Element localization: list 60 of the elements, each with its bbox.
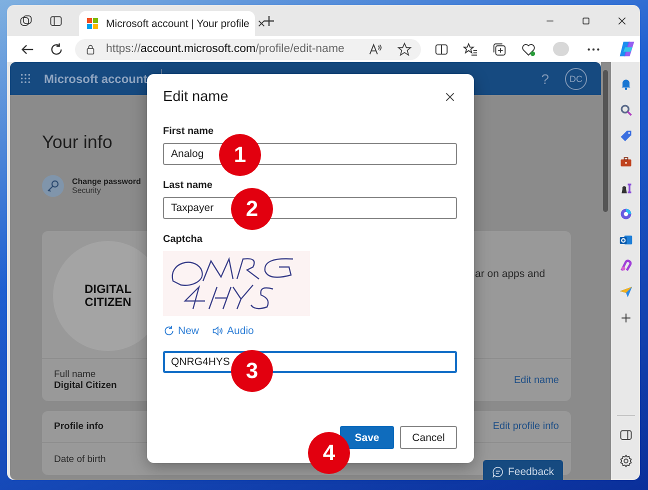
toolbox-icon[interactable] <box>618 155 632 169</box>
logo-text: DIGITAL <box>84 283 132 296</box>
scrollbar[interactable] <box>601 62 611 480</box>
dialog-title: Edit name <box>163 89 228 105</box>
settings-icon[interactable] <box>618 454 632 468</box>
field-label: First name <box>163 126 215 137</box>
favorites-icon[interactable] <box>463 42 478 56</box>
speaker-icon <box>212 325 224 337</box>
copilot-icon[interactable] <box>618 40 636 58</box>
field-label: Captcha <box>163 234 204 245</box>
full-name: Digital Citizen <box>54 380 117 391</box>
search-icon[interactable] <box>618 103 632 117</box>
star-icon[interactable] <box>397 42 412 56</box>
new-captcha-link[interactable]: New <box>163 325 200 337</box>
sidebar-icon[interactable] <box>618 428 632 442</box>
refresh-icon[interactable] <box>49 42 64 56</box>
refresh-icon <box>163 325 175 337</box>
section-title: Profile info <box>54 421 104 432</box>
tag-icon[interactable] <box>618 129 632 143</box>
new-tab-icon[interactable] <box>263 14 275 26</box>
maximize-icon[interactable] <box>581 16 591 26</box>
chess-icon[interactable] <box>618 181 632 195</box>
chat-bubble-icon <box>492 466 504 478</box>
scroll-thumb[interactable] <box>603 70 608 212</box>
logo-text: CITIZEN <box>84 296 132 309</box>
collections-icon[interactable] <box>492 42 508 56</box>
workspaces-icon[interactable] <box>19 14 33 28</box>
address-bar[interactable]: https://account.microsoft.com/profile/edit-name <box>75 38 422 60</box>
heart-icon[interactable] <box>521 42 536 56</box>
key-icon[interactable] <box>42 175 64 197</box>
edit-name-link[interactable]: Edit name <box>514 374 559 386</box>
tab-actions-icon[interactable] <box>49 14 63 28</box>
close-tab-icon[interactable] <box>257 19 266 28</box>
split-screen-icon[interactable] <box>434 42 450 56</box>
app-launcher-icon[interactable] <box>20 73 31 84</box>
add-icon[interactable] <box>618 311 632 325</box>
mail-icon[interactable] <box>618 233 632 247</box>
help-link[interactable]: ? <box>541 70 549 86</box>
lock-icon[interactable] <box>85 44 96 54</box>
account-avatar[interactable]: DC <box>565 68 587 90</box>
audio-captcha-link[interactable]: Audio <box>212 325 254 337</box>
close-icon[interactable] <box>445 92 455 102</box>
cancel-button[interactable]: Cancel <box>400 426 457 449</box>
brand-name[interactable]: Microsoft account <box>44 72 148 86</box>
feedback-button[interactable]: Feedback <box>483 460 563 480</box>
paper-plane-icon[interactable] <box>618 285 632 299</box>
profile-description: ar on apps and <box>475 268 546 280</box>
shortcut-caption: Security <box>72 186 102 195</box>
windows-logo-icon <box>87 18 98 29</box>
page-title: Your info <box>42 132 114 153</box>
field-label: Last name <box>163 180 214 191</box>
loop-icon[interactable] <box>618 259 632 273</box>
save-button[interactable]: Save <box>340 426 394 449</box>
edit-profile-info-link[interactable]: Edit profile info <box>492 421 559 432</box>
swirl-icon[interactable] <box>618 207 632 221</box>
field-label: Date of birth <box>54 454 106 464</box>
change-password-link[interactable]: Change password <box>72 177 141 186</box>
close-icon[interactable] <box>617 16 627 26</box>
field-label: Full name <box>54 369 97 380</box>
read-aloud-icon[interactable] <box>368 42 384 56</box>
